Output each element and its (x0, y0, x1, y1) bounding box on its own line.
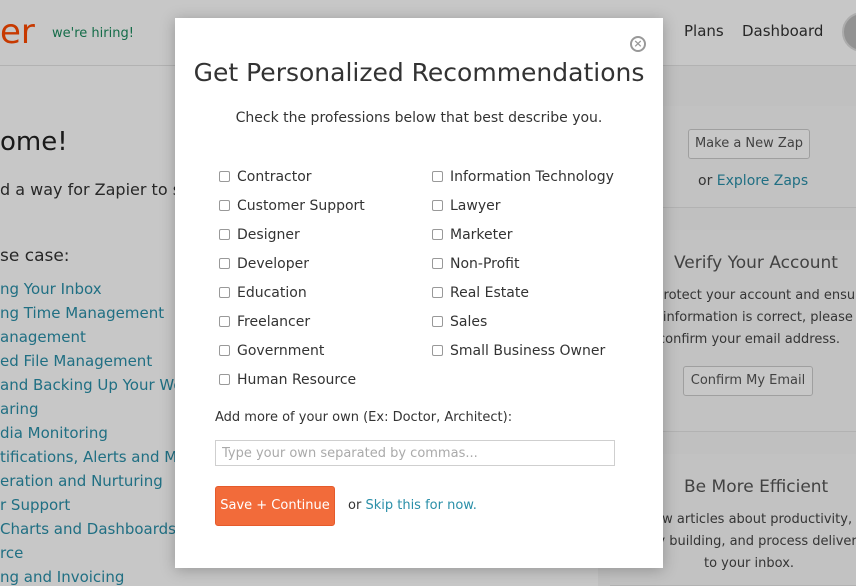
modal-title: Get Personalized Recommendations (193, 58, 645, 87)
profession-option[interactable]: Real Estate (432, 283, 529, 303)
profession-option[interactable]: Lawyer (432, 196, 500, 216)
profession-option[interactable]: Marketer (432, 225, 513, 245)
save-continue-button[interactable]: Save + Continue (215, 486, 335, 526)
profession-option[interactable]: Designer (219, 225, 300, 245)
checkbox[interactable] (219, 170, 230, 182)
profession-label: Education (237, 285, 307, 301)
skip-row: or Skip this for now. (348, 498, 477, 513)
checkbox[interactable] (219, 228, 230, 240)
profession-option[interactable]: Developer (219, 254, 309, 274)
checkbox[interactable] (219, 373, 230, 385)
profession-option[interactable]: Government (219, 341, 324, 361)
checkbox[interactable] (219, 315, 230, 327)
modal-subtitle: Check the professions below that best de… (235, 110, 603, 126)
profession-option[interactable]: Human Resource (219, 370, 356, 390)
profession-label: Designer (237, 227, 300, 243)
profession-label: Contractor (237, 169, 312, 185)
or-text: or (348, 498, 362, 513)
profession-label: Lawyer (450, 198, 501, 214)
profession-option[interactable]: Sales (432, 312, 487, 332)
checkbox[interactable] (432, 257, 443, 269)
checkbox[interactable] (219, 344, 230, 356)
profession-option[interactable]: Non-Profit (432, 254, 519, 274)
checkbox[interactable] (432, 199, 443, 211)
checkbox[interactable] (432, 344, 443, 356)
profession-label: Sales (450, 314, 488, 330)
profession-option[interactable]: Small Business Owner (432, 341, 605, 361)
checkbox[interactable] (219, 257, 230, 269)
checkbox[interactable] (219, 199, 230, 211)
profession-label: Marketer (450, 227, 513, 243)
checkbox[interactable] (219, 286, 230, 298)
profession-label: Small Business Owner (450, 343, 606, 359)
checkbox[interactable] (432, 228, 443, 240)
profession-label: Information Technology (450, 169, 614, 185)
checkbox[interactable] (432, 315, 443, 327)
profession-option[interactable]: Contractor (219, 167, 312, 187)
profession-label: Developer (237, 256, 310, 272)
profession-option[interactable]: Information Technology (432, 167, 614, 187)
profession-option[interactable]: Customer Support (219, 196, 365, 216)
profession-option[interactable]: Education (219, 283, 307, 303)
profession-option[interactable]: Freelancer (219, 312, 310, 332)
custom-professions-input[interactable] (215, 440, 615, 466)
skip-link[interactable]: Skip this for now. (365, 498, 476, 513)
close-icon[interactable]: × (630, 36, 646, 52)
profession-label: Customer Support (237, 198, 365, 214)
checkbox[interactable] (432, 170, 443, 182)
checkbox[interactable] (432, 286, 443, 298)
profession-label: Freelancer (237, 314, 311, 330)
profession-label: Government (237, 343, 325, 359)
profession-label: Non-Profit (450, 256, 520, 272)
profession-label: Real Estate (450, 285, 529, 301)
recommendations-modal: × Get Personalized Recommendations Check… (175, 18, 663, 568)
add-own-label: Add more of your own (Ex: Doctor, Archit… (215, 410, 513, 425)
profession-label: Human Resource (237, 372, 357, 388)
